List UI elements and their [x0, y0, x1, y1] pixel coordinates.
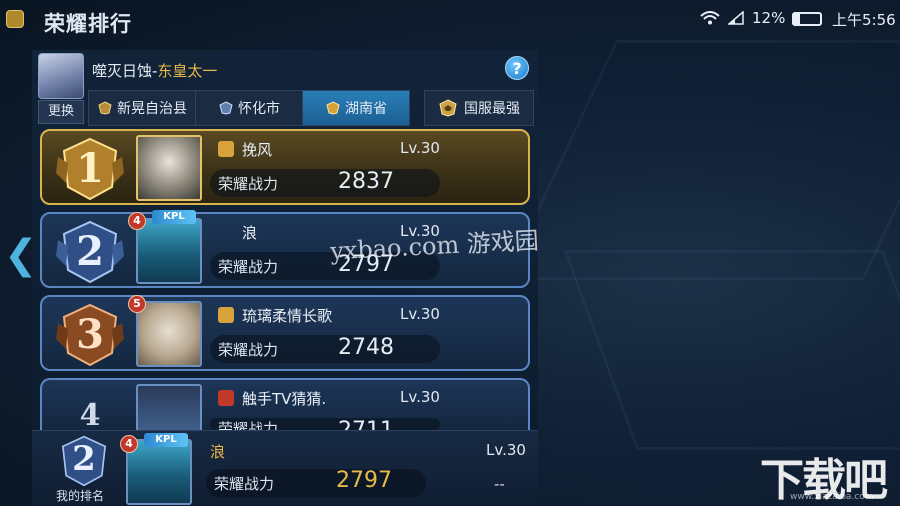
tab-county[interactable]: 新晃自治县: [89, 91, 196, 125]
wifi-icon: [700, 11, 720, 25]
level-badge: 5: [128, 295, 146, 313]
battery-icon: [792, 12, 822, 26]
crown-emblem-icon: [439, 99, 457, 117]
region-tabs: 新晃自治县 怀化市 湖南省: [88, 90, 410, 126]
my-score: 2797: [336, 468, 392, 493]
score-label: 荣耀战力: [214, 475, 275, 493]
rank-row-4[interactable]: 4 触手TV猜猜. Lv.30 荣耀战力 2711: [40, 378, 530, 433]
my-rank-bar[interactable]: 2 我的排名 4 KPL 浪 Lv.30 荣耀战力 2797 --: [32, 430, 538, 506]
my-extra: --: [494, 475, 505, 493]
tab-city[interactable]: 怀化市: [196, 91, 303, 125]
player-level: Lv.30: [400, 388, 440, 406]
score-label: 荣耀战力: [218, 341, 279, 359]
player-level: Lv.30: [400, 305, 440, 323]
my-rank-number: 2: [72, 439, 96, 479]
player-level: Lv.30: [400, 139, 440, 157]
tab-label: 国服最强: [464, 101, 520, 117]
help-button[interactable]: ?: [505, 56, 529, 80]
player-photo[interactable]: [136, 384, 202, 432]
tab-label: 怀化市: [238, 101, 280, 117]
score-label: 荣耀战力: [218, 258, 279, 276]
title-icon: [218, 307, 234, 323]
rank-emblem-icon: [219, 101, 233, 115]
app-icon: [6, 10, 24, 28]
kpl-badge: KPL: [152, 210, 196, 224]
player-photo[interactable]: [136, 218, 202, 284]
tab-label: 湖南省: [345, 101, 387, 117]
player-photo[interactable]: [136, 301, 202, 367]
title-icon: [218, 141, 234, 157]
hero-prefix: 噬灭日蚀-: [92, 62, 158, 80]
background-decoration: [563, 250, 900, 450]
player-name: 浪: [242, 224, 258, 242]
level-badge: 4: [128, 212, 146, 230]
kpl-badge: KPL: [144, 433, 188, 447]
hero-name: 噬灭日蚀-东皇太一: [92, 60, 217, 81]
score-value: 2748: [338, 335, 394, 360]
rank-emblem-icon: [326, 101, 340, 115]
status-bar: 荣耀排行 12% 上午5:56: [0, 0, 900, 36]
my-name: 浪: [210, 443, 226, 461]
level-badge: 4: [120, 435, 138, 453]
player-photo[interactable]: [136, 135, 202, 201]
player-name: 琉璃柔情长歌: [242, 307, 333, 325]
score-value: 2711: [338, 418, 394, 430]
score-label: 荣耀战力: [218, 175, 279, 193]
my-level: Lv.30: [486, 441, 526, 459]
rank-row-1[interactable]: 1 挽风 Lv.30 荣耀战力 2837: [40, 129, 530, 205]
rank-emblem-icon: [98, 101, 112, 115]
back-arrow-icon[interactable]: ❮: [4, 232, 38, 278]
player-name: 挽风: [242, 141, 273, 159]
rank-number: 1: [76, 145, 104, 192]
rank-row-3[interactable]: 3 5 琉璃柔情长歌 Lv.30 荣耀战力 2748: [40, 295, 530, 371]
hero-highlight: 东皇太一: [157, 62, 218, 80]
background-decoration: [504, 40, 900, 280]
my-rank-label: 我的排名: [56, 489, 105, 503]
battery-percent: 12%: [752, 9, 786, 27]
rank-number: 3: [76, 311, 104, 358]
change-hero-button[interactable]: 更换: [38, 100, 84, 124]
tab-label: 新晃自治县: [117, 101, 187, 117]
rank-number: 2: [76, 228, 104, 275]
score-label: 荣耀战力: [218, 420, 279, 430]
avatar[interactable]: [38, 53, 84, 99]
signal-icon: [728, 11, 744, 25]
site-url: www.xiazaiba.com: [790, 492, 874, 502]
player-name: 触手TV猜猜.: [242, 390, 327, 408]
page-title: 荣耀排行: [44, 12, 132, 36]
title-icon: [218, 390, 234, 406]
clock: 上午5:56: [832, 11, 896, 29]
tab-national[interactable]: 国服最强: [424, 90, 534, 126]
score-value: 2837: [338, 169, 394, 194]
tab-province[interactable]: 湖南省: [303, 91, 409, 125]
